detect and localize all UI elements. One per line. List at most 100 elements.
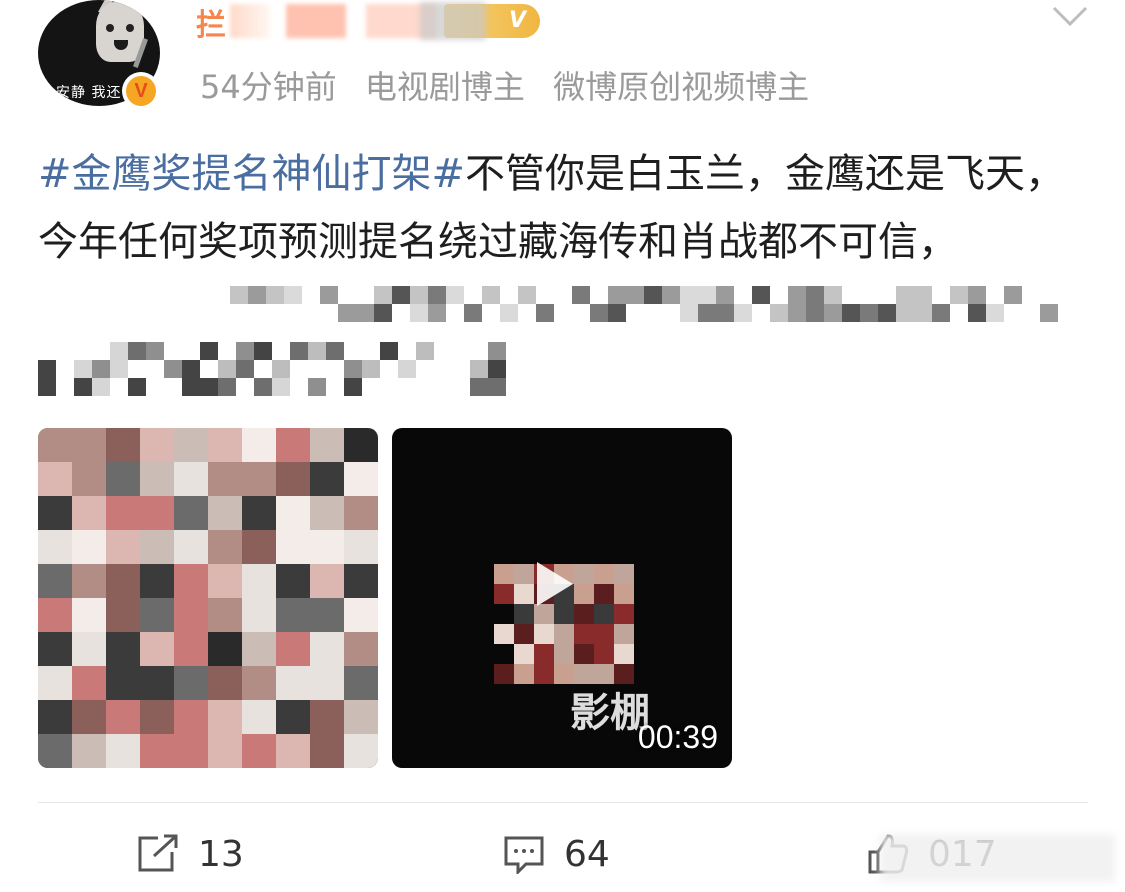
mosaic-cell: [554, 624, 574, 644]
mosaic-cell: [242, 530, 276, 564]
repost-button[interactable]: 13: [136, 826, 244, 882]
mosaic-cell: [208, 530, 242, 564]
mosaic-cell: [276, 598, 310, 632]
mosaic-cell: [344, 564, 378, 598]
verified-badge-letter: V: [126, 76, 156, 106]
mosaic-cell: [38, 530, 72, 564]
mosaic-cell: [514, 624, 534, 644]
mosaic-cell: [174, 734, 208, 768]
mosaic-cell: [608, 304, 626, 322]
mosaic-cell: [290, 342, 308, 360]
mosaic-cell: [534, 604, 554, 624]
mosaic-cell: [284, 286, 302, 304]
mosaic-cell: [752, 286, 770, 304]
mosaic-cell: [968, 286, 986, 304]
hashtag-link[interactable]: #金鹰奖提名神仙打架#: [38, 151, 465, 197]
mosaic-cell: [374, 304, 392, 322]
chevron-down-icon[interactable]: [1052, 4, 1088, 28]
mosaic-cell: [878, 304, 896, 322]
mosaic-cell: [242, 496, 276, 530]
mosaic-cell: [968, 304, 986, 322]
comment-button[interactable]: 64: [502, 826, 610, 882]
mosaic-cell: [574, 604, 594, 624]
post-video[interactable]: 影棚 00:39: [392, 428, 732, 768]
mosaic-cell: [914, 286, 932, 304]
mosaic-cell: [310, 428, 344, 462]
play-icon[interactable]: [537, 562, 573, 606]
mosaic-cell: [428, 286, 446, 304]
mosaic-cell: [208, 496, 242, 530]
mosaic-cell: [38, 598, 72, 632]
mosaic-cell: [38, 360, 56, 378]
username-blur: [286, 4, 346, 38]
mosaic-cell: [272, 360, 290, 378]
mosaic-cell: [362, 360, 380, 378]
mosaic-cell: [932, 304, 950, 322]
mosaic-cell: [200, 378, 218, 396]
mosaic-cell: [140, 666, 174, 700]
mosaic-cell: [410, 304, 428, 322]
mosaic-cell: [644, 286, 662, 304]
mosaic-cell: [276, 496, 310, 530]
mosaic-cell: [698, 286, 716, 304]
mosaic-cell: [72, 666, 106, 700]
mosaic-cell: [534, 624, 554, 644]
mosaic-cell: [140, 428, 174, 462]
mosaic-cell: [200, 342, 218, 360]
level-badge-blur: [420, 2, 486, 40]
mosaic-cell: [594, 624, 614, 644]
mosaic-cell: [242, 428, 276, 462]
mosaic-cell: [554, 604, 574, 624]
mosaic-cell: [574, 644, 594, 664]
mosaic-cell: [380, 342, 398, 360]
mosaic-cell: [494, 564, 514, 584]
mosaic-cell: [310, 496, 344, 530]
mosaic-cell: [534, 664, 554, 684]
avatar-cat-eye: [106, 24, 114, 32]
post-image[interactable]: [38, 428, 378, 768]
mosaic-cell: [106, 700, 140, 734]
mosaic-cell: [536, 304, 554, 322]
mosaic-cell: [218, 378, 236, 396]
mosaic-cell: [208, 462, 242, 496]
mosaic-cell: [416, 342, 434, 360]
mosaic-cell: [410, 286, 428, 304]
mosaic-cell: [72, 462, 106, 496]
mosaic-cell: [276, 462, 310, 496]
mosaic-cell: [230, 286, 248, 304]
mosaic-cell: [272, 378, 290, 396]
mosaic-cell: [276, 428, 310, 462]
mosaic-cell: [38, 564, 72, 598]
mosaic-cell: [128, 342, 146, 360]
mosaic-cell: [106, 598, 140, 632]
mosaic-cell: [320, 286, 338, 304]
mosaic-cell: [514, 644, 534, 664]
mosaic-cell: [140, 598, 174, 632]
mosaic-cell: [92, 378, 110, 396]
mosaic-cell: [310, 734, 344, 768]
mosaic-cell: [38, 632, 72, 666]
tag-video-blogger: 微博原创视频博主: [553, 68, 810, 106]
mosaic-cell: [594, 564, 614, 584]
divider: [38, 802, 1088, 803]
mosaic-cell: [254, 342, 272, 360]
mosaic-cell: [276, 564, 310, 598]
mosaic-cell: [242, 734, 276, 768]
mosaic-cell: [242, 666, 276, 700]
mosaic-cell: [574, 584, 594, 604]
mosaic-cell: [344, 378, 362, 396]
mosaic-cell: [174, 462, 208, 496]
mosaic-cell: [140, 496, 174, 530]
mosaic-cell: [254, 378, 272, 396]
mosaic-cell: [356, 304, 374, 322]
mosaic-cell: [310, 598, 344, 632]
mosaic-cell: [344, 360, 362, 378]
mosaic-cell: [446, 286, 464, 304]
mosaic-cell: [614, 604, 634, 624]
tag-tv-blogger: 电视剧博主: [364, 68, 525, 106]
mosaic-cell: [106, 734, 140, 768]
mosaic-cell: [344, 666, 378, 700]
mosaic-cell: [344, 496, 378, 530]
mosaic-cell: [514, 564, 534, 584]
mosaic-cell: [38, 496, 72, 530]
